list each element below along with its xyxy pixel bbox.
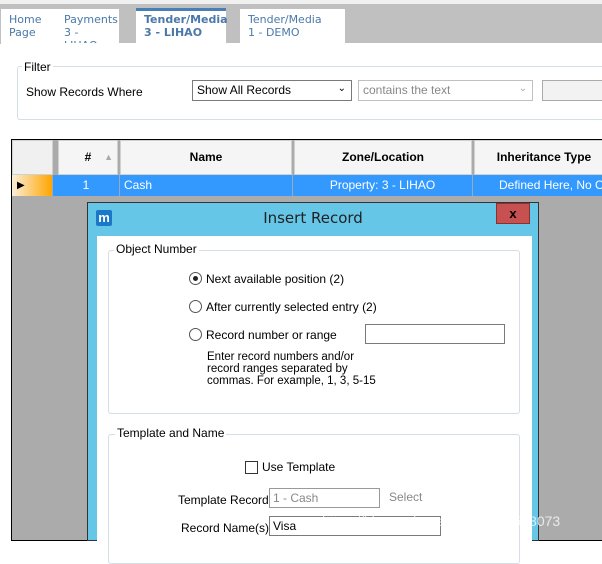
template-legend: Template and Name <box>115 426 227 440</box>
record-name-label: Record Name(s) <box>181 521 270 535</box>
condition-select[interactable]: contains the text ⌄ <box>358 80 533 101</box>
filter-text-input[interactable] <box>542 80 602 101</box>
radio-after-selected[interactable] <box>189 300 202 313</box>
radio-label: Next available position (2) <box>206 272 345 286</box>
chevron-down-icon: ⌄ <box>518 83 527 94</box>
column-header-inheritance[interactable]: Inheritance Type <box>474 140 602 175</box>
tab-home-page[interactable]: Home Page <box>1 9 56 44</box>
column-header-zone[interactable]: Zone/Location <box>294 140 472 175</box>
tab-label: Tender/Media <box>144 13 228 26</box>
tab-label: Page <box>9 26 36 39</box>
condition-select-value: contains the text <box>363 83 451 97</box>
radio-record-range[interactable] <box>189 328 202 341</box>
tab-tender-media-demo[interactable]: Tender/Media 1 - DEMO <box>240 9 345 44</box>
dialog-body: Object Number Next available position (2… <box>97 236 532 564</box>
sort-ascending-icon: ▲ <box>104 152 113 162</box>
row-selector[interactable]: ▶ <box>12 175 53 196</box>
object-number-legend: Object Number <box>114 242 199 256</box>
filter-legend: Filter <box>22 60 53 74</box>
tab-label: Home <box>9 13 42 26</box>
watermark: https://blog.csdn.net/weixin_39568073 <box>322 513 561 529</box>
use-template-label: Use Template <box>262 460 336 474</box>
column-label: # <box>84 150 92 164</box>
cell-number: 1 <box>53 175 120 196</box>
tab-label: 1 - DEMO <box>248 26 300 39</box>
filter-select[interactable]: Show All Records ⌄ <box>192 80 352 101</box>
select-template-link[interactable]: Select <box>389 490 422 504</box>
insert-record-dialog: m Insert Record x Object Number Next ava… <box>87 202 539 564</box>
tab-label: 3 - LIHAO <box>144 26 203 39</box>
tab-payments[interactable]: Payments3 - LIHAO <box>56 9 119 52</box>
filter-label: Show Records Where <box>26 85 143 99</box>
tab-label: Tender/Media <box>248 13 322 26</box>
column-header-name[interactable]: Name <box>120 140 292 175</box>
radio-next-available[interactable] <box>189 272 202 285</box>
cell-inheritance: Defined Here, No Ove <box>499 178 602 192</box>
column-header-number[interactable]: # ▲ <box>58 140 118 175</box>
column-label: Inheritance Type <box>496 150 592 164</box>
chevron-down-icon: ⌄ <box>337 83 346 94</box>
cell-name: Cash <box>120 175 293 196</box>
radio-label: Record number or range <box>206 328 337 342</box>
column-label: Name <box>189 150 223 164</box>
use-template-checkbox[interactable] <box>245 461 258 474</box>
template-record-input[interactable]: 1 - Cash <box>269 488 380 508</box>
template-record-label: Template Record <box>178 493 269 507</box>
close-button[interactable]: x <box>496 203 530 224</box>
range-hint: Enter record numbers and/or record range… <box>207 351 376 387</box>
radio-label: After currently selected entry (2) <box>206 300 377 314</box>
row-header-corner <box>12 140 53 175</box>
tab-bar: HomePage Payments3 - LIHAO Tender/Media3… <box>0 4 602 52</box>
table-row[interactable]: ▶ 1 Cash Property: 3 - LIHAO Defined Her… <box>12 175 602 196</box>
column-label: Zone/Location <box>342 150 424 164</box>
record-range-input[interactable] <box>365 324 505 344</box>
filter-select-value: Show All Records <box>197 83 292 97</box>
current-row-arrow-icon: ▶ <box>17 180 25 191</box>
cell-zone: Property: 3 - LIHAO <box>293 175 473 196</box>
dialog-title: Insert Record <box>263 209 363 227</box>
tab-tender-media-lihao[interactable]: Tender/Media 3 - LIHAO <box>136 8 228 44</box>
tab-label: Payments <box>64 13 118 26</box>
